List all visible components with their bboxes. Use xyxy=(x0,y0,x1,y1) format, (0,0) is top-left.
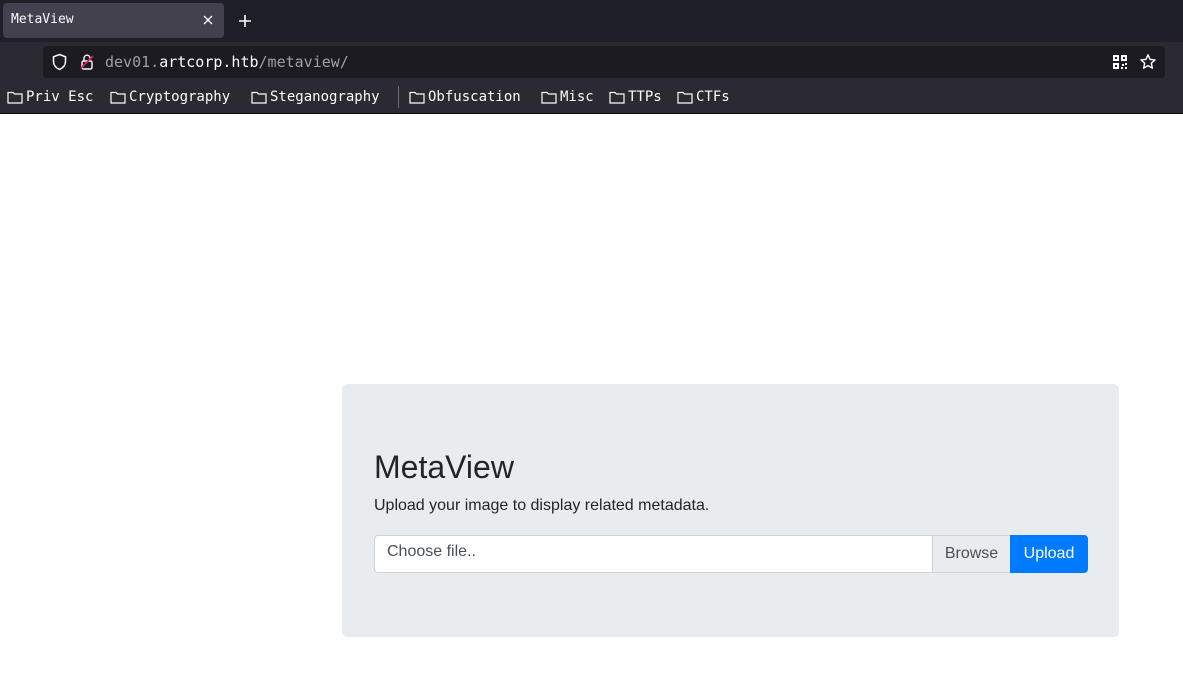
bookmark-label: CTFs xyxy=(696,89,730,105)
bookmark-ctfs[interactable]: CTFs xyxy=(677,88,730,106)
upload-button[interactable]: Upload xyxy=(1010,535,1088,573)
shield-icon[interactable] xyxy=(51,53,68,71)
bookmark-label: Misc xyxy=(560,89,594,105)
url-path: /metaview/ xyxy=(258,53,349,71)
bookmark-steganography[interactable]: Steganography xyxy=(251,88,380,106)
tab-title: MetaView xyxy=(11,12,74,27)
bookmark-obfuscation[interactable]: Obfuscation xyxy=(409,88,521,106)
folder-icon xyxy=(541,91,557,104)
page-description: Upload your image to display related met… xyxy=(374,497,710,514)
bookmark-separator xyxy=(398,86,399,108)
folder-icon xyxy=(609,91,625,104)
bookmark-label: TTPs xyxy=(628,89,662,105)
folder-icon xyxy=(677,91,693,104)
close-icon[interactable] xyxy=(200,12,216,28)
star-icon[interactable] xyxy=(1139,53,1157,71)
folder-icon xyxy=(7,91,23,104)
bookmark-ttps[interactable]: TTPs xyxy=(609,88,662,106)
browse-button[interactable]: Browse xyxy=(932,535,1011,573)
lock-icon[interactable] xyxy=(79,53,95,71)
qr-code-icon[interactable] xyxy=(1112,54,1128,70)
bookmark-label: Cryptography xyxy=(129,89,231,105)
upload-form: Choose file.. Browse Upload xyxy=(374,535,1088,573)
bookmark-cryptography[interactable]: Cryptography xyxy=(110,88,230,106)
tab-metaview[interactable]: MetaView xyxy=(3,3,224,38)
nav-bar: dev01.artcorp.htb/metaview/ xyxy=(0,42,1183,80)
file-input[interactable]: Choose file.. xyxy=(374,535,933,573)
page-title: MetaView xyxy=(374,449,514,485)
folder-icon xyxy=(251,91,267,104)
bookmarks-toolbar: Priv Esc Cryptography Steganography Obfu… xyxy=(0,80,1183,114)
url-bar[interactable]: dev01.artcorp.htb/metaview/ xyxy=(43,46,1165,78)
bookmark-priv-esc[interactable]: Priv Esc xyxy=(7,88,93,106)
bookmark-label: Priv Esc xyxy=(26,89,94,105)
url-host: artcorp.htb xyxy=(159,53,259,71)
jumbotron: MetaView Upload your image to display re… xyxy=(342,384,1119,637)
bookmark-label: Obfuscation xyxy=(428,89,521,105)
url-prefix: dev01. xyxy=(105,53,160,71)
url-text[interactable]: dev01.artcorp.htb/metaview/ xyxy=(105,53,349,71)
plus-icon[interactable] xyxy=(236,12,254,30)
bookmark-label: Steganography xyxy=(270,89,380,105)
bookmark-misc[interactable]: Misc xyxy=(541,88,594,106)
folder-icon xyxy=(409,91,425,104)
folder-icon xyxy=(110,91,126,104)
tab-bar: MetaView xyxy=(0,0,1183,42)
